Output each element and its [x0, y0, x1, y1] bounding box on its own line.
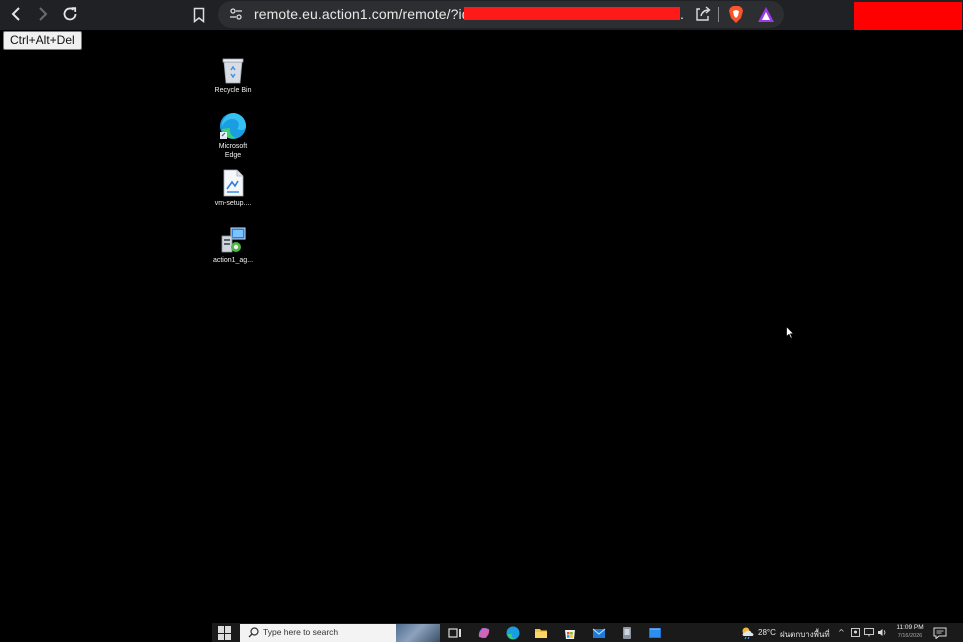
- desktop-icon-label: vm-setup....: [214, 200, 252, 207]
- file-icon: [218, 168, 248, 198]
- weather-temperature[interactable]: 28°C: [758, 628, 776, 637]
- desktop-icon-label: Recycle Bin: [214, 87, 252, 94]
- start-button[interactable]: [218, 626, 232, 640]
- terminal-icon[interactable]: [648, 626, 662, 640]
- installer-icon: [218, 225, 248, 255]
- notification-icon[interactable]: [933, 627, 947, 639]
- mail-icon[interactable]: [592, 626, 606, 640]
- copilot-icon[interactable]: [477, 626, 491, 640]
- desktop-icon-label: action1_ag...: [212, 257, 254, 264]
- clock-date: 7/16/2026: [897, 633, 923, 639]
- weather-condition[interactable]: ฝนตกบางพื้นที่: [780, 628, 830, 641]
- url-trailing-text: .: [680, 6, 684, 22]
- chevron-right-icon: [39, 7, 48, 21]
- search-icon: [248, 627, 259, 638]
- browser-toolbar: remote.eu.action1.com/remote/?id=bc .: [0, 0, 963, 30]
- reload-button[interactable]: [58, 3, 82, 25]
- search-highlight-image: [396, 624, 440, 642]
- taskbar-search-box[interactable]: Type here to search: [240, 624, 440, 642]
- desktop-icon-vm-setup[interactable]: vm-setup....: [203, 168, 263, 209]
- reload-icon: [63, 7, 77, 21]
- site-settings-icon[interactable]: [228, 6, 244, 22]
- share-icon[interactable]: [694, 5, 712, 23]
- task-view-icon[interactable]: [448, 626, 462, 640]
- toolbar-divider: [718, 7, 719, 22]
- desktop-icon-action1-agent[interactable]: action1_ag...: [203, 225, 263, 266]
- edge-icon: [218, 111, 248, 141]
- desktop-icon-recycle-bin[interactable]: Recycle Bin: [203, 55, 263, 96]
- network-icon[interactable]: [864, 628, 874, 637]
- recycle-bin-icon: [218, 55, 248, 85]
- file-explorer-icon[interactable]: [534, 626, 548, 640]
- address-bar[interactable]: remote.eu.action1.com/remote/?id=bc .: [218, 1, 784, 28]
- mouse-cursor-icon: [786, 326, 794, 339]
- clock-time: 11:09 PM: [896, 624, 924, 631]
- weather-rain-icon[interactable]: [740, 626, 756, 639]
- taskbar-clock[interactable]: 11:09 PM 7/16/2026: [890, 624, 930, 640]
- volume-icon[interactable]: [877, 628, 887, 637]
- desktop-icon-microsoft-edge[interactable]: Microsoft Edge: [203, 111, 263, 160]
- ctrl-alt-del-button[interactable]: Ctrl+Alt+Del: [3, 31, 82, 50]
- back-button[interactable]: [4, 3, 28, 25]
- windows-taskbar: Type here to search 28°C ฝนตกบางพื้นที่ …: [212, 623, 963, 642]
- desktop-icon-label: Microsoft Edge: [218, 143, 248, 159]
- store-icon[interactable]: [563, 626, 577, 640]
- brave-rewards-icon[interactable]: [757, 6, 775, 23]
- url-redaction: [464, 7, 680, 20]
- forward-button[interactable]: [31, 3, 55, 25]
- chevron-up-icon[interactable]: ^: [838, 628, 845, 638]
- edge-icon[interactable]: [506, 626, 520, 640]
- windows-logo-icon: [218, 626, 224, 633]
- profile-redaction: [854, 2, 962, 30]
- app-icon[interactable]: [620, 626, 634, 640]
- search-placeholder: Type here to search: [263, 627, 339, 637]
- chevron-left-icon: [11, 7, 20, 21]
- bookmark-icon[interactable]: [190, 5, 208, 25]
- brave-shield-icon[interactable]: [727, 5, 745, 24]
- meet-icon[interactable]: [851, 628, 860, 637]
- url-text[interactable]: remote.eu.action1.com/remote/?id=bc: [254, 6, 493, 22]
